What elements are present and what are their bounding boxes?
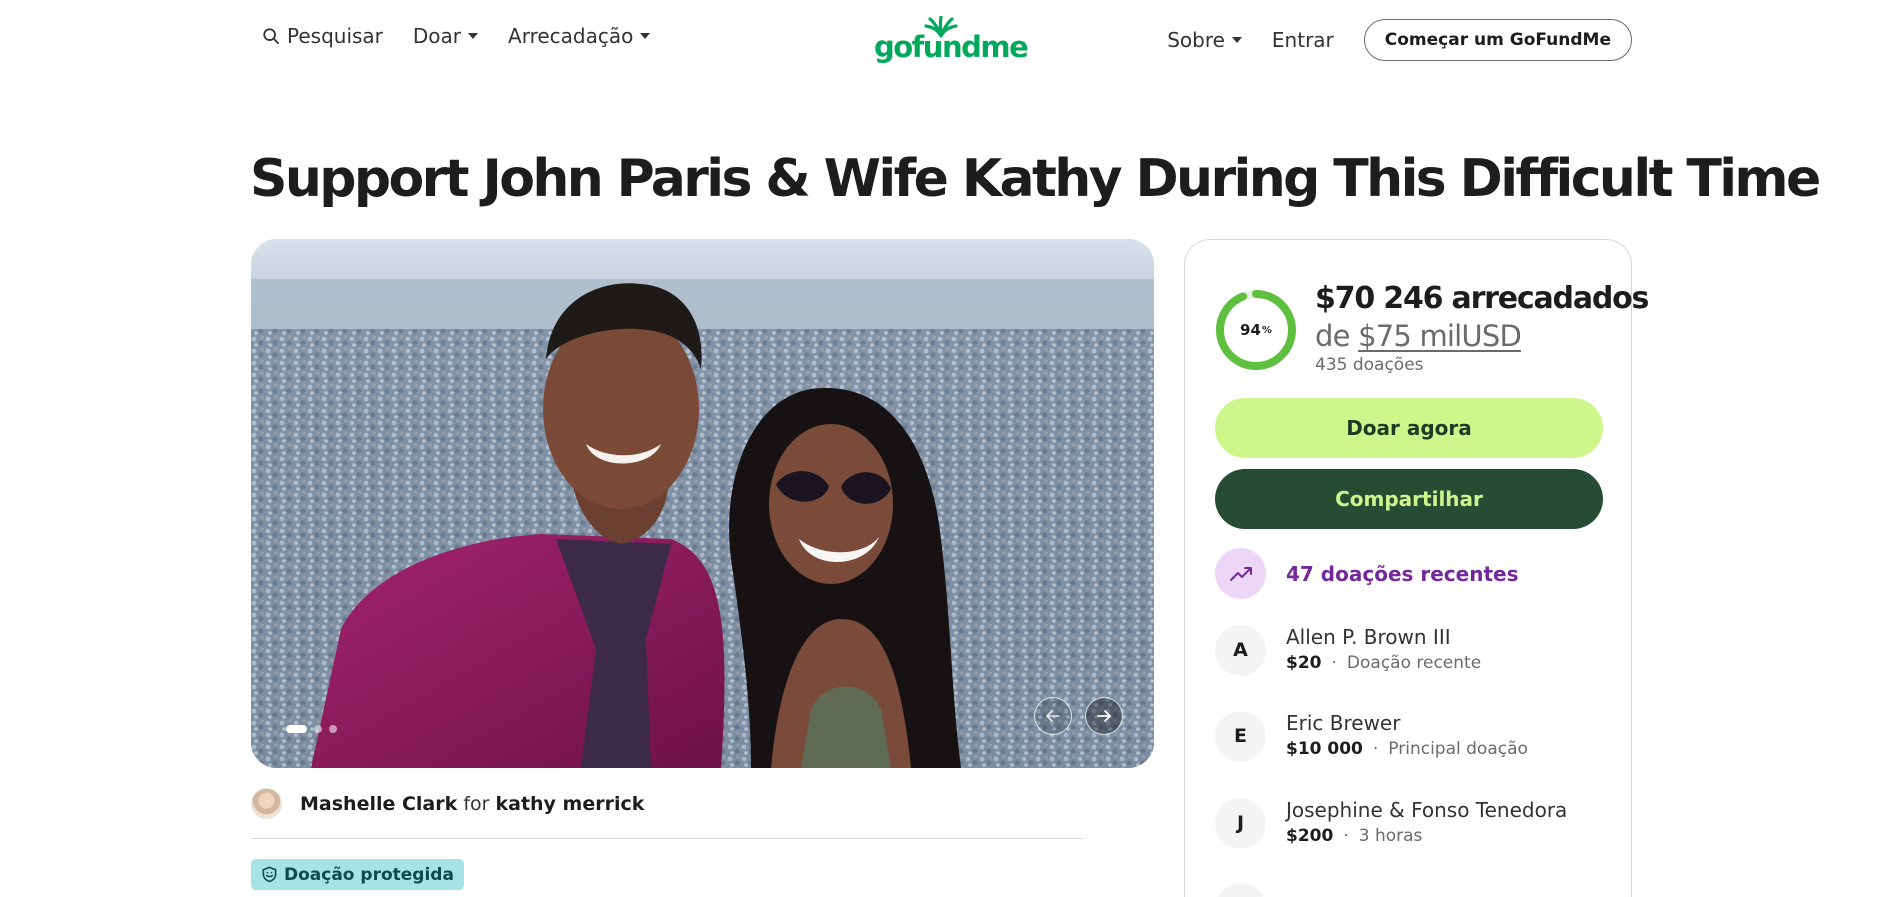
search-label: Pesquisar bbox=[287, 24, 383, 48]
goal-amount[interactable]: $75 milUSD bbox=[1358, 319, 1522, 353]
beneficiary-name[interactable]: kathy merrick bbox=[495, 793, 644, 815]
caret-down-icon bbox=[640, 33, 651, 39]
donor-item: J Josephine & Fonso Tenedora $200 · 3 hora… bbox=[1215, 797, 1567, 849]
raised-amount: $70 246 arrecadados bbox=[1315, 281, 1649, 316]
progress-percent-value: 94 bbox=[1240, 321, 1261, 339]
campaign-photo bbox=[251, 239, 1154, 768]
donate-menu[interactable]: Doar bbox=[412, 24, 479, 48]
organizer-name[interactable]: Mashelle Clark bbox=[300, 793, 457, 815]
nav-right: Sobre Entrar Começar um GoFundMe bbox=[1167, 19, 1632, 61]
logo-text: gofundme bbox=[874, 30, 1029, 64]
goal-line: de $75 milUSD bbox=[1315, 318, 1522, 354]
meta-separator: · bbox=[1343, 826, 1349, 846]
carousel-dot-2[interactable] bbox=[314, 725, 322, 733]
donor-name: Josephine & Fonso Tenedora bbox=[1286, 798, 1568, 822]
caret-down-icon bbox=[1231, 37, 1242, 43]
search-icon bbox=[263, 28, 280, 45]
percent-sign: % bbox=[1261, 324, 1272, 336]
divider bbox=[251, 838, 1083, 839]
donor-avatar: E bbox=[1215, 710, 1266, 762]
donations-count: 435 doações bbox=[1315, 355, 1424, 375]
campaign-title: Support John Paris & Wife Kathy During T… bbox=[250, 149, 1821, 209]
donor-note: Principal doação bbox=[1388, 739, 1528, 759]
donor-name: Allen P. Brown III bbox=[1286, 625, 1451, 649]
login-label: Entrar bbox=[1271, 28, 1334, 52]
protected-donation-label: Doação protegida bbox=[284, 864, 454, 885]
donor-amount: $200 bbox=[1286, 826, 1334, 846]
start-gofundme-button[interactable]: Começar um GoFundMe bbox=[1363, 19, 1632, 61]
organizer-row: Mashelle Clark for kathy merrick bbox=[251, 788, 644, 819]
campaign-photo-carousel[interactable] bbox=[251, 239, 1154, 768]
donor-note: 3 horas bbox=[1358, 826, 1423, 846]
arrow-left-icon bbox=[1046, 710, 1060, 722]
login-link[interactable]: Entrar bbox=[1272, 28, 1334, 52]
donor-note: Doação recente bbox=[1346, 653, 1482, 673]
organizer-avatar[interactable] bbox=[251, 788, 282, 819]
donor-meta: $20 · Doação recente bbox=[1286, 650, 1481, 676]
carousel-next-button[interactable] bbox=[1085, 697, 1123, 735]
fundraise-menu[interactable]: Arrecadação bbox=[508, 24, 651, 48]
about-menu-label: Sobre bbox=[1167, 28, 1225, 52]
donor-info: Eric Brewer $10 000 · Principal doação bbox=[1286, 710, 1528, 762]
trending-up-icon bbox=[1215, 548, 1266, 599]
donor-info: Josephine & Fonso Tenedora $200 · 3 horas bbox=[1286, 797, 1567, 849]
search-link[interactable]: Pesquisar bbox=[262, 24, 383, 48]
donor-name: Eric Brewer bbox=[1286, 711, 1401, 735]
caret-down-icon bbox=[468, 33, 479, 39]
recent-donations-link[interactable]: 47 doações recentes bbox=[1215, 548, 1519, 599]
donate-menu-label: Doar bbox=[412, 24, 462, 48]
shield-icon bbox=[262, 866, 277, 883]
share-button[interactable]: Compartilhar bbox=[1215, 469, 1603, 529]
meta-separator: · bbox=[1331, 653, 1337, 673]
carousel-dot-3[interactable] bbox=[329, 725, 337, 733]
protected-donation-badge[interactable]: Doação protegida bbox=[251, 859, 464, 890]
carousel-dots bbox=[286, 725, 337, 733]
donor-avatar bbox=[1215, 883, 1266, 897]
donor-meta: $200 · 3 horas bbox=[1286, 823, 1567, 849]
donate-now-button[interactable]: Doar agora bbox=[1215, 398, 1603, 458]
carousel-prev-button[interactable] bbox=[1034, 697, 1072, 735]
donor-item: A Allen P. Brown III $20 · Doação recente bbox=[1215, 624, 1481, 676]
donation-panel: 94% $70 246 arrecadados de $75 milUSD 43… bbox=[1184, 239, 1649, 897]
donor-info: Allen P. Brown III $20 · Doação recente bbox=[1286, 624, 1481, 676]
organizer-text: Mashelle Clark for kathy merrick bbox=[300, 793, 644, 815]
donor-avatar: A bbox=[1215, 624, 1266, 676]
fundraise-menu-label: Arrecadação bbox=[508, 24, 634, 48]
progress-percent: 94% bbox=[1215, 289, 1297, 371]
site-header: Pesquisar Doar Arrecadação gofundme Sobr… bbox=[0, 0, 1890, 78]
about-menu[interactable]: Sobre bbox=[1167, 28, 1242, 52]
carousel-dot-1[interactable] bbox=[286, 725, 307, 733]
gofundme-logo[interactable]: gofundme bbox=[874, 16, 1029, 62]
donor-avatar: J bbox=[1215, 797, 1266, 849]
goal-prefix: de bbox=[1315, 319, 1350, 353]
nav-left: Pesquisar Doar Arrecadação bbox=[262, 24, 680, 48]
meta-separator: · bbox=[1372, 739, 1379, 759]
donor-meta: $10 000 · Principal doação bbox=[1286, 736, 1528, 762]
arrow-right-icon bbox=[1097, 710, 1111, 722]
recent-donations-label: 47 doações recentes bbox=[1286, 561, 1519, 586]
donor-amount: $10 000 bbox=[1286, 739, 1363, 759]
donor-amount: $20 bbox=[1286, 653, 1322, 673]
for-word: for bbox=[463, 792, 490, 815]
donor-item: E Eric Brewer $10 000 · Principal doação bbox=[1215, 710, 1528, 762]
donor-item-partial bbox=[1215, 883, 1286, 897]
